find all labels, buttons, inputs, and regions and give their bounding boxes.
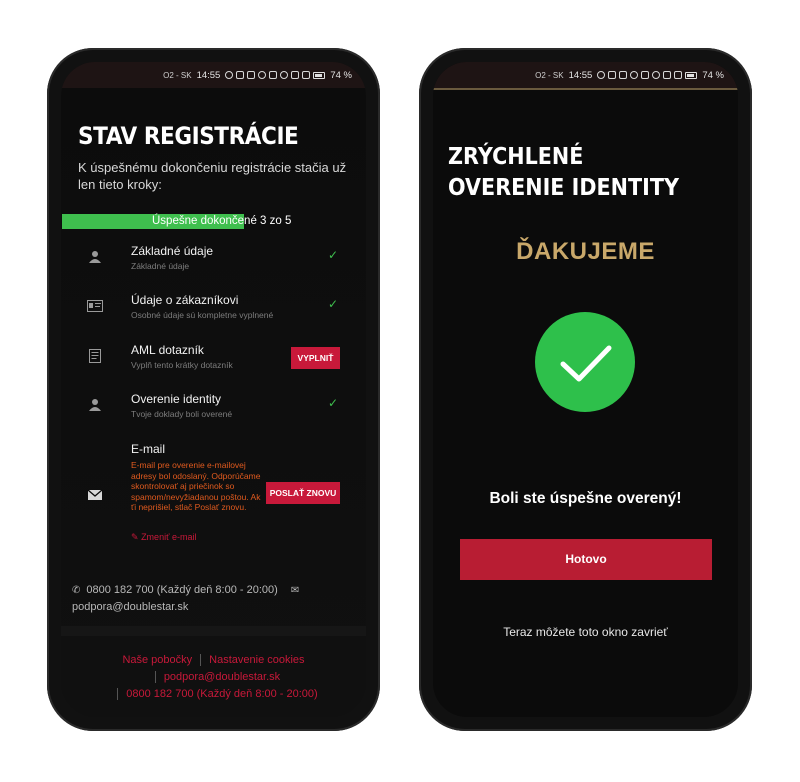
success-badge — [535, 312, 635, 412]
id-card-icon — [87, 300, 103, 312]
form-icon — [89, 349, 101, 363]
check-icon: ✓ — [328, 248, 339, 262]
step-title: Údaje o zákazníkovi — [131, 293, 239, 307]
app-icon — [247, 71, 256, 79]
status-bar: O2 - SK 14:55 74 % — [61, 62, 366, 88]
vibrate-icon — [641, 71, 650, 79]
status-icons — [597, 71, 698, 79]
eye-icon — [597, 71, 606, 79]
change-email-link[interactable]: ✎ Zmeniť e-mail — [131, 532, 196, 543]
step-desc: Osobné údaje sú kompletne vyplnené — [131, 310, 274, 320]
fill-questionnaire-button[interactable]: VYPLNIŤ — [291, 347, 340, 369]
step-aml-questionnaire: AML dotazník Vyplň tento krátky dotazník… — [61, 343, 366, 373]
footer-link-phone[interactable]: 0800 182 700 (Každý deň 8:00 - 20:00) — [126, 688, 317, 700]
divider — [61, 626, 366, 636]
wifi-icon — [280, 71, 289, 79]
step-desc: Tvoje doklady boli overené — [131, 409, 233, 419]
envelope-icon — [88, 489, 102, 500]
carrier-label: O2 - SK — [163, 70, 192, 80]
left-screen: O2 - SK 14:55 74 % STAV REGISTRÁCIE K ús… — [61, 62, 366, 717]
step-title: Overenie identity — [131, 392, 222, 406]
footer-separator — [200, 654, 202, 667]
eye-icon — [225, 71, 234, 79]
bluetooth-icon — [630, 71, 639, 79]
step-title: AML dotazník — [131, 343, 204, 357]
page-subtitle: K úspešnému dokončeniu registrácie stači… — [78, 160, 347, 192]
nfc-icon — [608, 71, 617, 79]
right-phone-frame: O2 - SK 14:55 74 % ZRÝCHLENÉ OVERENIE ID… — [419, 48, 752, 731]
done-button[interactable]: Hotovo — [460, 539, 712, 580]
contact-phone[interactable]: 0800 182 700 (Každý deň 8:00 - 20:00) — [86, 584, 277, 596]
vibrate-icon — [269, 71, 278, 79]
success-message: Boli ste úspešne overený! — [489, 490, 682, 507]
registration-progress-bar: Úspešne dokončené 3 zo 5 — [62, 214, 366, 229]
change-email-label: Zmeniť e-mail — [141, 532, 197, 542]
signal-icon — [302, 71, 311, 79]
status-icons — [225, 71, 326, 79]
step-title: E-mail — [131, 442, 166, 456]
header-divider — [433, 88, 738, 90]
check-icon: ✓ — [328, 297, 339, 311]
step-customer-info: Údaje o zákazníkovi Osobné údaje sú komp… — [61, 293, 366, 323]
step-identity-verification: Overenie identity Tvoje doklady boli ove… — [61, 392, 366, 422]
status-bar: O2 - SK 14:55 74 % — [433, 62, 738, 88]
thank-you-heading: ĎAKUJEME — [516, 238, 655, 265]
resend-email-button[interactable]: POSLAŤ ZNOVU — [266, 482, 340, 504]
check-icon: ✓ — [328, 396, 339, 410]
footer-link-branches[interactable]: Naše pobočky — [122, 654, 192, 666]
phone-icon: ✆ — [72, 585, 81, 596]
battery-percent: 74 % — [702, 69, 724, 81]
contact-email[interactable]: podpora@doublestar.sk — [72, 601, 188, 613]
email-verification-note: E-mail pre overenie e-mailovej adresy bo… — [131, 460, 261, 513]
app-icon — [619, 71, 628, 79]
volte-icon — [291, 71, 300, 79]
contact-info: ✆ 0800 182 700 (Každý deň 8:00 - 20:00) ✉… — [72, 582, 352, 616]
clock: 14:55 — [568, 69, 593, 81]
footer-separator — [154, 671, 156, 684]
checkmark-icon — [560, 345, 612, 382]
step-title: Základné údaje — [131, 244, 214, 258]
footer-link-email[interactable]: podpora@doublestar.sk — [164, 671, 280, 683]
user-icon — [89, 399, 101, 411]
carrier-label: O2 - SK — [535, 70, 564, 80]
battery-icon — [685, 71, 698, 79]
signal-icon — [674, 71, 683, 79]
progress-label: Úspešne dokončené 3 zo 5 — [152, 215, 292, 227]
close-window-note: Teraz môžete toto okno zavrieť — [503, 625, 668, 639]
pencil-icon: ✎ — [131, 532, 139, 542]
mail-icon: ✉ — [290, 585, 300, 596]
right-screen: O2 - SK 14:55 74 % ZRÝCHLENÉ OVERENIE ID… — [433, 62, 738, 717]
step-basic-info: Základné údaje Základné údaje ✓ — [61, 244, 366, 274]
footer-links: Naše pobočky Nastavenie cookies podpora@d… — [61, 652, 366, 703]
battery-percent: 74 % — [330, 69, 352, 81]
volte-icon — [663, 71, 672, 79]
page-title: ZRÝCHLENÉ OVERENIE IDENTITY — [448, 144, 679, 201]
page-title: STAV REGISTRÁCIE — [78, 122, 299, 150]
step-desc: Vyplň tento krátky dotazník — [131, 360, 233, 370]
bluetooth-icon — [258, 71, 267, 79]
user-icon — [89, 251, 101, 263]
battery-icon — [313, 71, 326, 79]
wifi-icon — [652, 71, 661, 79]
footer-separator — [117, 688, 119, 701]
footer-link-cookies[interactable]: Nastavenie cookies — [209, 654, 304, 666]
left-phone-frame: O2 - SK 14:55 74 % STAV REGISTRÁCIE K ús… — [47, 48, 380, 731]
clock: 14:55 — [196, 69, 221, 81]
step-desc: Základné údaje — [131, 261, 190, 271]
nfc-icon — [236, 71, 245, 79]
